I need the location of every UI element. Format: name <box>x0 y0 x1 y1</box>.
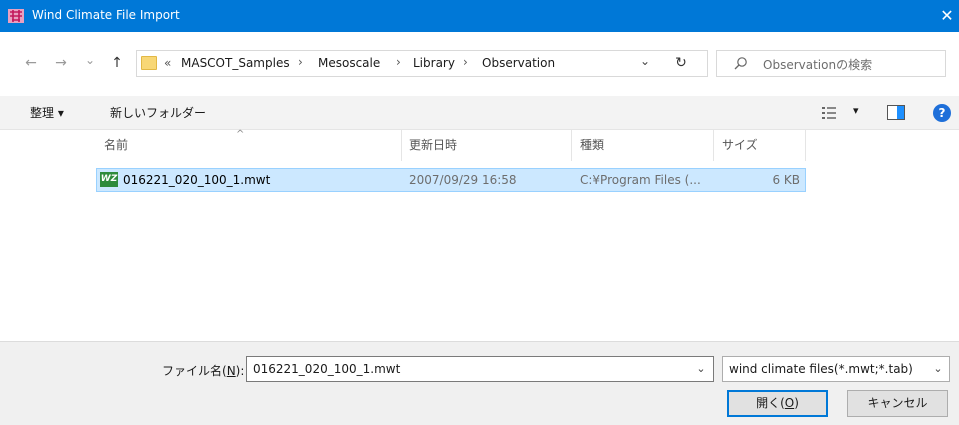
breadcrumb-separator[interactable]: › <box>463 55 468 69</box>
file-size: 6 KB <box>772 173 800 187</box>
sort-indicator-icon: ^ <box>236 129 245 140</box>
new-folder-button[interactable]: 新しいフォルダー <box>110 104 206 121</box>
file-type: C:¥Program Files (... <box>580 173 701 187</box>
column-divider[interactable] <box>571 130 572 161</box>
close-button[interactable]: ✕ <box>935 5 959 27</box>
open-button[interactable]: 開く(O) <box>727 390 828 417</box>
view-dropdown-icon[interactable]: ▾ <box>853 104 859 117</box>
back-button[interactable]: ← <box>20 53 42 73</box>
column-divider[interactable] <box>713 130 714 161</box>
folder-icon <box>141 56 157 70</box>
forward-button[interactable]: → <box>50 53 72 73</box>
filename-label: ファイル名(N): <box>162 364 245 378</box>
breadcrumb-observation[interactable]: Observation <box>482 56 555 70</box>
file-date: 2007/09/29 16:58 <box>409 173 517 187</box>
breadcrumb-separator[interactable]: › <box>298 55 303 69</box>
breadcrumb-library[interactable]: Library <box>413 56 455 70</box>
column-divider[interactable] <box>805 130 806 161</box>
column-header-type[interactable]: 種類 <box>580 136 604 153</box>
filename-dropdown-icon[interactable]: ⌄ <box>690 357 712 381</box>
column-header-name[interactable]: 名前 <box>104 136 128 153</box>
help-icon[interactable]: ? <box>933 104 951 122</box>
app-icon <box>8 9 24 23</box>
breadcrumb-mesoscale[interactable]: Mesoscale <box>318 56 380 70</box>
filename-input[interactable]: 016221_020_100_1.mwt <box>246 356 714 382</box>
file-type-select[interactable]: wind climate files(*.mwt;*.tab) <box>722 356 950 382</box>
column-header-date[interactable]: 更新日時 <box>409 136 457 153</box>
file-name[interactable]: 016221_020_100_1.mwt <box>123 173 270 187</box>
window-title: Wind Climate File Import <box>32 8 180 22</box>
column-divider[interactable] <box>401 130 402 161</box>
recent-locations-icon[interactable]: ⌄ <box>82 50 98 70</box>
mwt-file-icon: WZ <box>100 172 118 187</box>
breadcrumb-separator[interactable]: › <box>396 55 401 69</box>
breadcrumb-overflow[interactable]: « <box>164 56 171 70</box>
address-dropdown-icon[interactable]: ⌄ <box>633 51 657 71</box>
view-options-icon[interactable] <box>822 106 836 120</box>
up-button[interactable]: ↑ <box>106 53 128 73</box>
cancel-button[interactable]: キャンセル <box>847 390 948 417</box>
breadcrumb-mascot-samples[interactable]: MASCOT_Samples <box>181 56 290 70</box>
column-header-size[interactable]: サイズ <box>722 136 758 153</box>
search-placeholder[interactable]: Observationの検索 <box>763 56 872 73</box>
preview-pane-icon[interactable] <box>887 105 905 120</box>
file-type-dropdown-icon[interactable]: ⌄ <box>928 357 948 381</box>
refresh-button[interactable]: ↻ <box>665 50 697 77</box>
organize-menu[interactable]: 整理 ▾ <box>30 104 64 121</box>
search-icon <box>734 57 747 70</box>
